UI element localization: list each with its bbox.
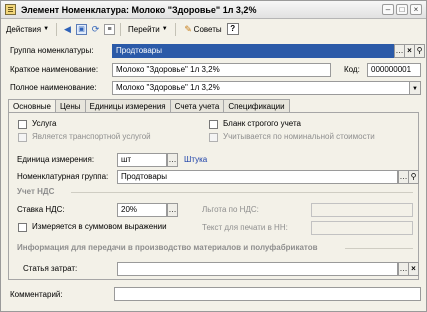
code-field[interactable]: 000000001 [367,63,421,77]
print-text-field [311,221,413,235]
strict-blank-label: Бланк строгого учета [223,119,301,128]
tab-panel-main: Услуга Является транспортной услугой Бла… [8,112,419,280]
section-divider [345,248,413,249]
toolbar-divider [56,22,58,36]
transport-label: Является транспортной услугой [32,132,151,141]
group-field[interactable]: Продтовары [112,44,394,58]
window-title: Элемент Номенклатура: Молоко "Здоровье" … [21,4,257,15]
full-name-field[interactable]: Молоко "Здоровье" 1л 3,2% [112,81,410,95]
transport-checkbox[interactable] [18,133,27,142]
chevron-down-icon: ▼ [161,26,168,32]
vat-rate-label: Ставка НДС: [17,205,65,214]
clear-icon: × [411,264,416,273]
tab-specifications[interactable]: Спецификации [223,99,290,113]
tab-bar: Основные Цены Единицы измерения Счета уч… [8,99,290,114]
unit-select-button[interactable]: … [167,153,178,167]
vat-benefit-field [311,203,413,217]
service-label: Услуга [32,119,57,128]
item-window: Элемент Номенклатура: Молоко "Здоровье" … [0,0,427,312]
vat-rate-field[interactable]: 20% [117,203,167,217]
transfer-section-title: Информация для передачи в производство м… [17,243,318,252]
nominal-checkbox[interactable] [209,133,218,142]
strict-blank-checkbox[interactable] [209,120,218,129]
comment-label: Комментарий: [10,290,63,299]
refresh-icon[interactable]: ⟳ [90,24,101,35]
unit-field[interactable]: шт [117,153,167,167]
full-name-label: Полное наименование: [10,83,97,92]
actions-label: Действия [6,24,42,34]
code-label: Код: [344,65,360,74]
full-name-dropdown-button[interactable]: ▼ [409,81,421,95]
vat-benefit-label: Льгота по НДС: [202,205,259,214]
document-icon [5,4,16,15]
toolbar: Действия ▼ ◀ ▣ ⟳ ≡ Перейти ▼ ✎ Советы ? [1,20,426,38]
nominal-label: Учитывается по номинальной стоимости [223,132,375,141]
list-icon[interactable]: ≡ [104,23,116,35]
search-icon: ⚲ [416,46,423,55]
goto-label: Перейти [128,24,160,34]
tab-units[interactable]: Единицы измерения [84,99,171,113]
print-text-label: Текст для печати в НН: [202,223,288,232]
vat-section-title: Учет НДС [17,187,55,196]
group-open-button[interactable]: ⚲ [414,44,425,58]
section-divider [71,192,413,193]
sum-expression-label: Измеряется в суммовом выражении [32,222,167,231]
service-checkbox[interactable] [18,120,27,129]
tips-button[interactable]: ✎ Советы [181,22,224,37]
unit-label: Единица измерения: [17,155,95,164]
vat-rate-select-button[interactable]: … [167,203,178,217]
short-name-field[interactable]: Молоко "Здоровье" 1л 3,2% [112,63,331,77]
toolbar-divider [120,22,122,36]
nom-group-open-button[interactable]: ⚲ [408,170,419,184]
unit-link[interactable]: Штука [184,155,207,164]
chevron-down-icon: ▼ [43,26,50,32]
minimize-button[interactable]: – [382,4,394,15]
close-button[interactable]: × [410,4,422,15]
chevron-down-icon: ▼ [412,86,418,92]
tips-icon: ✎ [184,23,192,34]
title-bar: Элемент Номенклатура: Молоко "Здоровье" … [1,1,426,19]
tab-prices[interactable]: Цены [54,99,86,113]
nom-group-label: Номенклатурная группа: [17,172,109,181]
sum-expression-checkbox[interactable] [18,223,27,232]
search-icon: ⚲ [410,172,417,181]
tips-label: Советы [193,24,222,34]
save-write-icon[interactable]: ▣ [76,23,88,35]
clear-icon: × [407,46,412,55]
cost-item-field[interactable] [117,262,398,276]
cost-item-label: Статья затрат: [23,264,78,273]
help-button[interactable]: ? [226,23,239,35]
back-arrow-icon[interactable]: ◀ [62,24,73,35]
group-label: Группа номенклатуры: [10,46,94,55]
window-controls: – □ × [382,4,422,15]
actions-menu[interactable]: Действия ▼ [4,22,51,37]
maximize-button[interactable]: □ [396,4,408,15]
comment-field[interactable] [114,287,421,301]
toolbar-divider [174,22,176,36]
tab-accounts[interactable]: Счета учета [169,99,225,113]
cost-item-clear-button[interactable]: × [408,262,419,276]
goto-menu[interactable]: Перейти ▼ [126,22,170,37]
short-name-label: Краткое наименование: [10,65,99,74]
nom-group-field[interactable]: Продтовары [117,170,398,184]
